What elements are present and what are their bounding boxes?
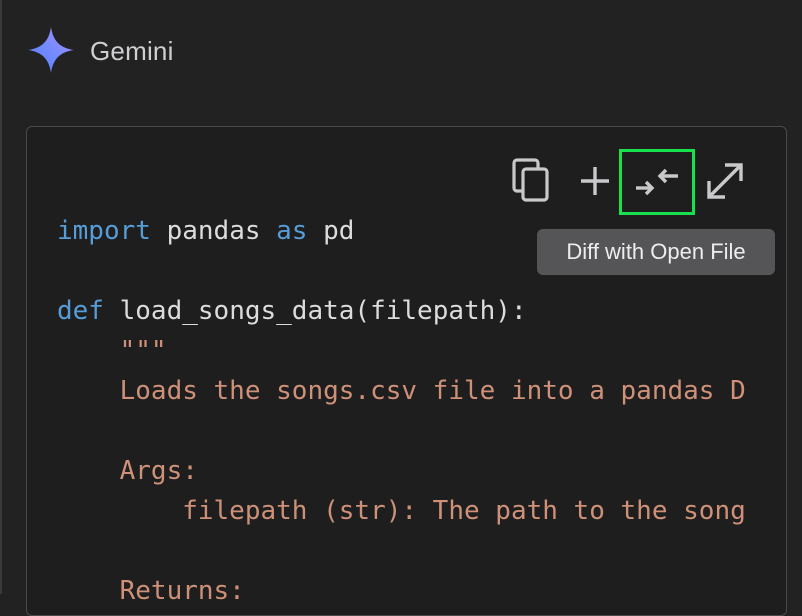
docstring-line: Loads the songs.csv file into a pandas D <box>57 376 746 406</box>
diff-with-open-file-button[interactable] <box>619 149 695 215</box>
gemini-sparkle-icon <box>28 27 74 73</box>
diff-arrows-icon <box>636 168 678 196</box>
keyword-import: import <box>57 216 151 246</box>
code-content: import pandas as pd def load_songs_data(f… <box>57 211 746 611</box>
code-token: pandas <box>150 216 277 246</box>
docstring-args: Args: <box>57 456 198 486</box>
docstring-returns: Returns: <box>57 576 245 606</box>
code-block: Diff with Open File import pandas as pd d… <box>26 126 787 616</box>
code-line: def load_songs_data(filepath): <box>57 291 746 331</box>
docstring-open: """ <box>57 336 167 366</box>
code-line: import pandas as pd <box>57 211 746 251</box>
keyword-def: def <box>57 296 104 326</box>
panel-left-border <box>0 0 2 594</box>
code-token: pd <box>307 216 355 246</box>
app-title: Gemini <box>90 35 174 66</box>
chat-header: Gemini <box>26 24 174 76</box>
keyword-as: as <box>276 216 308 246</box>
docstring-line: filepath (str): The path to the song <box>57 496 746 526</box>
function-signature: load_songs_data(filepath): <box>103 296 527 326</box>
copy-icon <box>512 158 549 202</box>
plus-icon <box>581 167 609 195</box>
expand-icon <box>707 163 743 199</box>
expand-button[interactable] <box>687 147 763 215</box>
